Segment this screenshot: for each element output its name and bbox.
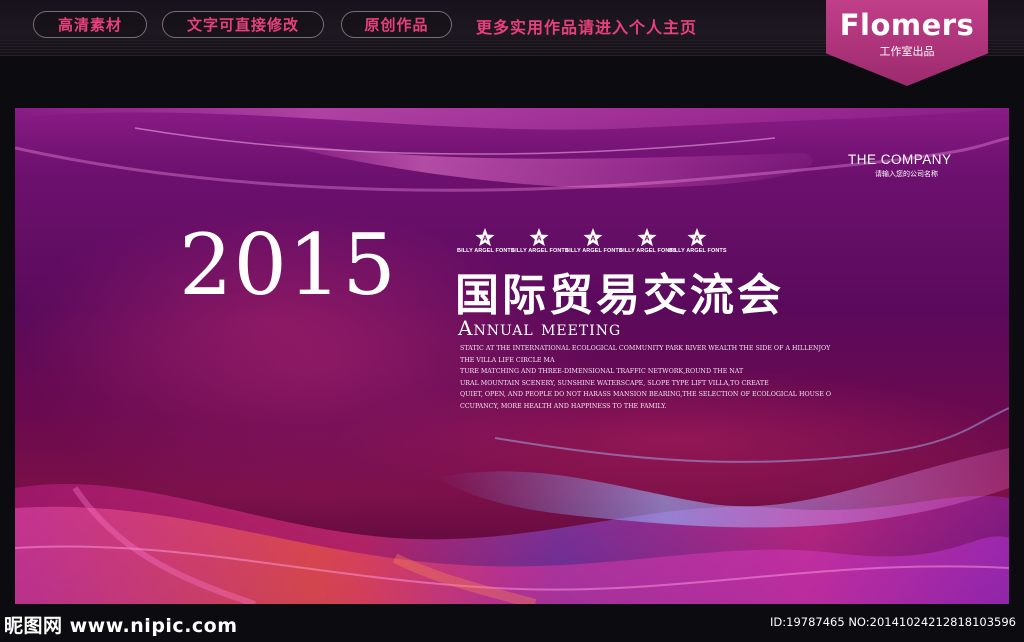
star-icon: A xyxy=(637,228,657,247)
studio-badge: Flomers 工作室出品 xyxy=(826,0,988,86)
star-label: BILLY ARGEL FONTS xyxy=(669,248,727,254)
editable-text-pill[interactable]: 文字可直接修改 xyxy=(162,11,324,38)
event-subtitle-en: Annual meeting xyxy=(458,316,622,340)
star-label: BILLY ARGEL FONTS xyxy=(511,248,569,254)
image-id-info: ID:19787465 NO:20141024212818103596 xyxy=(770,615,1016,629)
star-icon: A xyxy=(475,228,495,247)
description-line: STATIC AT THE INTERNATIONAL ECOLOGICAL C… xyxy=(460,345,831,352)
description-line: CCUPANCY, MORE HEALTH AND HAPPINESS TO T… xyxy=(460,402,667,410)
svg-text:A: A xyxy=(694,236,699,243)
page: 高清素材 文字可直接修改 原创作品 更多实用作品请进入个人主页 Flomers … xyxy=(0,0,1024,642)
company-name-hint: 请输入您的公司名称 xyxy=(875,170,938,178)
star-label: BILLY ARGEL FONTS xyxy=(619,248,677,254)
star-icon: A xyxy=(687,228,707,247)
svg-text:A: A xyxy=(482,236,487,243)
star-item: A BILLY ARGEL FONTS xyxy=(511,228,569,254)
hd-material-pill[interactable]: 高清素材 xyxy=(33,11,147,38)
star-icon: A xyxy=(583,228,603,247)
star-label: BILLY ARGEL FONTS xyxy=(565,248,623,254)
event-title-cn: 国际贸易交流会 xyxy=(455,270,784,321)
event-year: 2015 xyxy=(179,216,397,314)
event-description: STATIC AT THE INTERNATIONAL ECOLOGICAL C… xyxy=(460,343,860,413)
svg-text:A: A xyxy=(644,236,649,243)
original-work-pill[interactable]: 原创作品 xyxy=(341,11,452,38)
star-item: A BILLY ARGEL FONTS xyxy=(457,228,515,254)
star-item: A BILLY ARGEL FONTS xyxy=(619,228,677,254)
main-banner: THE COMPANY 请输入您的公司名称 2015 A BILLY ARGEL… xyxy=(15,108,1009,604)
description-line: URAL MOUNTAIN SCENERY, SUNSHINE WATERSCA… xyxy=(460,379,769,387)
site-watermark[interactable]: 昵图网 www.nipic.com xyxy=(4,611,238,638)
homepage-promo-link[interactable]: 更多实用作品请进入个人主页 xyxy=(476,14,697,38)
description-line: THE VILLA LIFE CIRCLE MA xyxy=(460,356,555,364)
badge-subtitle: 工作室出品 xyxy=(879,45,935,58)
star-item: A BILLY ARGEL FONTS xyxy=(669,228,727,254)
svg-text:A: A xyxy=(590,236,595,243)
description-line: TURE MATCHING AND THREE-DIMENSIONAL TRAF… xyxy=(460,368,744,376)
company-name: THE COMPANY xyxy=(848,152,952,167)
badge-title: Flomers xyxy=(839,8,975,42)
star-label: BILLY ARGEL FONTS xyxy=(457,248,515,254)
star-item: A BILLY ARGEL FONTS xyxy=(565,228,623,254)
star-icon: A xyxy=(529,228,549,247)
description-line: QUIET, OPEN, AND PEOPLE DO NOT HARASS MA… xyxy=(460,391,831,399)
star-row: A BILLY ARGEL FONTS A BILLY ARGEL FONTS … xyxy=(457,228,727,258)
svg-text:A: A xyxy=(536,236,541,243)
